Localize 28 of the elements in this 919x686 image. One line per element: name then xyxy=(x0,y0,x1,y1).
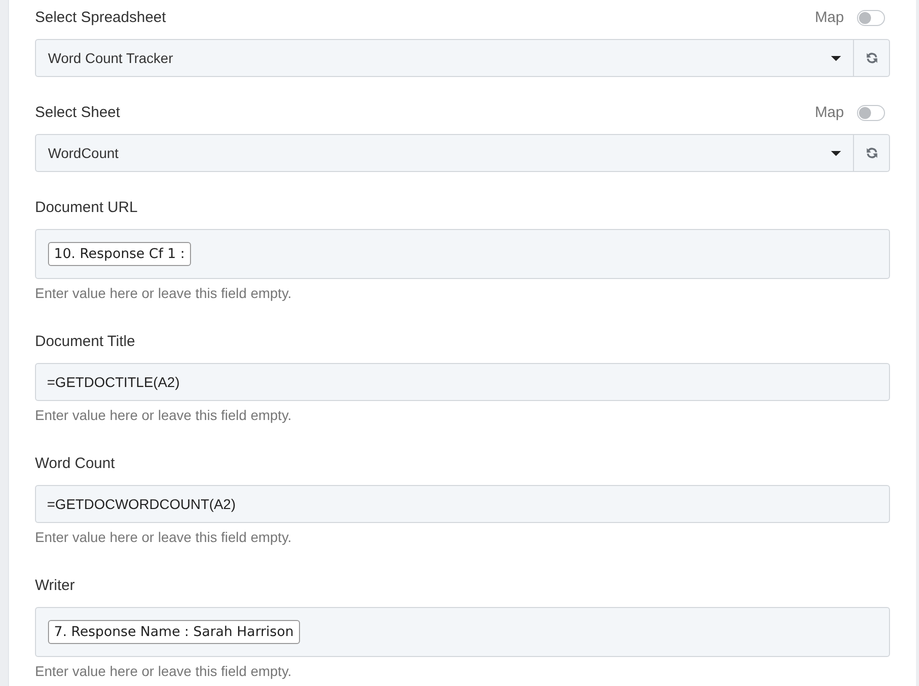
map-label: Map xyxy=(814,8,844,28)
field-label: Word Count xyxy=(35,454,115,474)
input-field[interactable]: =GETDOCTITLE(A2) xyxy=(35,363,890,401)
field-label: Document Title xyxy=(35,332,136,352)
refresh-button[interactable] xyxy=(854,39,890,77)
field-label: Writer xyxy=(35,576,75,596)
input-field[interactable]: =GETDOCWORDCOUNT(A2) xyxy=(35,485,890,523)
refresh-button[interactable] xyxy=(854,134,890,172)
dropdown-field[interactable]: Word Count Tracker xyxy=(35,39,854,77)
help-text: Enter value here or leave this field empty. xyxy=(35,662,293,680)
field-label: Select Sheet xyxy=(35,103,120,123)
field-label: Document URL xyxy=(35,198,138,218)
help-text: Enter value here or leave this field empty. xyxy=(35,528,293,546)
token-chip[interactable]: 7. Response Name : Sarah Harrison xyxy=(48,620,300,644)
dropdown-field[interactable]: WordCount xyxy=(35,134,854,172)
refresh-icon xyxy=(866,147,878,159)
toggle-switch[interactable] xyxy=(857,105,885,121)
refresh-icon xyxy=(866,52,878,64)
token-chip[interactable]: 10. Response Cf 1 : xyxy=(48,242,191,266)
help-text: Enter value here or leave this field empty. xyxy=(35,406,293,424)
caret-icon xyxy=(831,56,841,60)
input-field[interactable]: 10. Response Cf 1 : xyxy=(35,229,890,279)
field-label: Select Spreadsheet xyxy=(35,8,166,28)
help-text: Enter value here or leave this field empty. xyxy=(35,284,293,302)
caret-icon xyxy=(831,150,841,156)
toggle-switch[interactable] xyxy=(857,10,885,26)
input-field[interactable]: 7. Response Name : Sarah Harrison xyxy=(35,607,890,657)
map-label: Map xyxy=(814,103,844,123)
